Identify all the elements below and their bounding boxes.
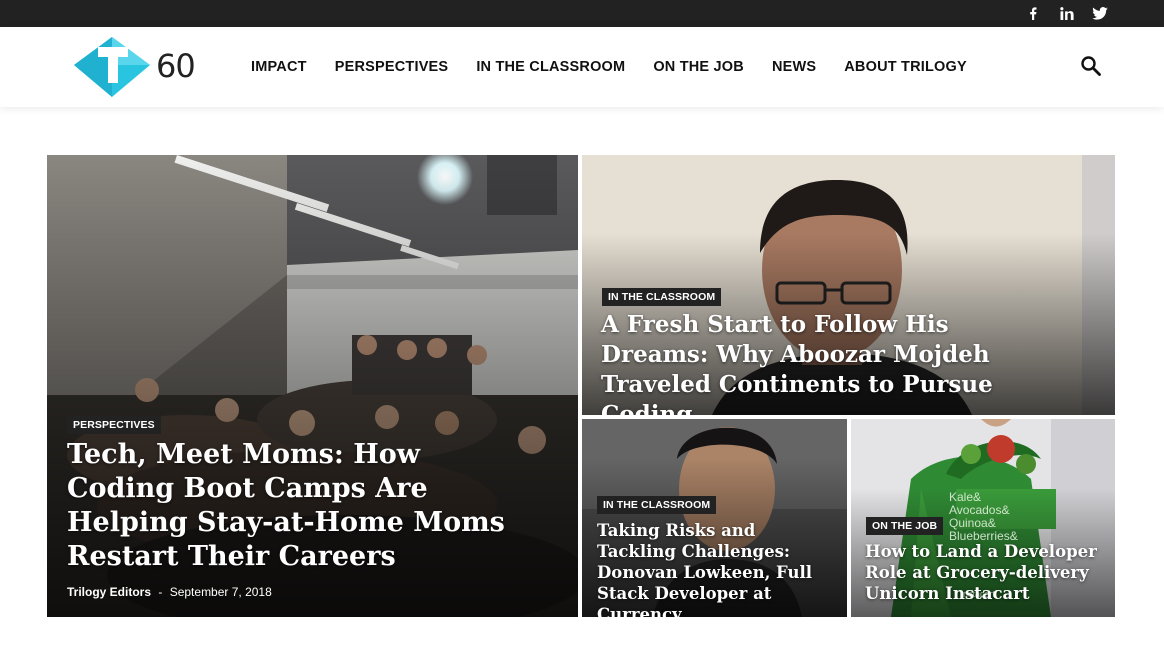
twitter-link[interactable] (1092, 0, 1108, 27)
category-badge[interactable]: IN THE CLASSROOM (602, 288, 722, 306)
nav-item-about-trilogy[interactable]: ABOUT TRILOGY (844, 59, 967, 75)
post-date: September 7, 2018 (169, 585, 272, 599)
post-meta: Trilogy Editors - September 7, 2018 (67, 585, 272, 599)
nav-item-on-the-job[interactable]: ON THE JOB (653, 59, 744, 75)
meta-separator: - (158, 585, 163, 599)
featured-bottom-right-title[interactable]: How to Land a Developer Role at Grocery-… (865, 541, 1105, 604)
facebook-link[interactable] (1028, 0, 1038, 27)
logo-mark-icon (74, 37, 150, 97)
nav-item-news[interactable]: NEWS (772, 59, 816, 75)
featured-post-top-right[interactable]: IN THE CLASSROOM A Fresh Start to Follow… (582, 155, 1115, 415)
site-logo[interactable]: 60 (70, 35, 200, 99)
site-header: 60 IMPACT PERSPECTIVES IN THE CLASSROOM … (0, 27, 1164, 107)
featured-post-main[interactable]: PERSPECTIVES Tech, Meet Moms: How Coding… (47, 155, 578, 617)
category-badge[interactable]: ON THE JOB (866, 517, 944, 535)
featured-main-title[interactable]: Tech, Meet Moms: How Coding Boot Camps A… (67, 438, 527, 574)
linkedin-link[interactable] (1060, 0, 1074, 27)
twitter-icon (1092, 7, 1108, 20)
logo-number: 60 (156, 47, 196, 85)
featured-post-bottom-left[interactable]: IN THE CLASSROOM Taking Risks and Tackli… (582, 419, 847, 617)
featured-bottom-left-title[interactable]: Taking Risks and Tackling Challenges: Do… (597, 520, 827, 617)
author-name[interactable]: Trilogy Editors (67, 585, 151, 599)
featured-top-right-title[interactable]: A Fresh Start to Follow His Dreams: Why … (601, 310, 1041, 415)
facebook-icon (1030, 7, 1037, 20)
linkedin-icon (1060, 7, 1074, 20)
nav-item-in-the-classroom[interactable]: IN THE CLASSROOM (476, 59, 625, 75)
nav-item-impact[interactable]: IMPACT (251, 59, 307, 75)
category-badge[interactable]: PERSPECTIVES (67, 416, 161, 434)
main-nav: IMPACT PERSPECTIVES IN THE CLASSROOM ON … (251, 27, 995, 107)
search-button[interactable] (1080, 55, 1102, 77)
category-badge[interactable]: IN THE CLASSROOM (597, 496, 717, 514)
nav-item-perspectives[interactable]: PERSPECTIVES (335, 59, 449, 75)
bag-text: Kale& Avocados& Quinoa& Blueberries& (949, 490, 1018, 543)
top-bar (0, 0, 1164, 27)
featured-post-bottom-right[interactable]: Kale& Avocados& Quinoa& Blueberries& ins… (851, 419, 1115, 617)
search-icon (1081, 56, 1101, 76)
